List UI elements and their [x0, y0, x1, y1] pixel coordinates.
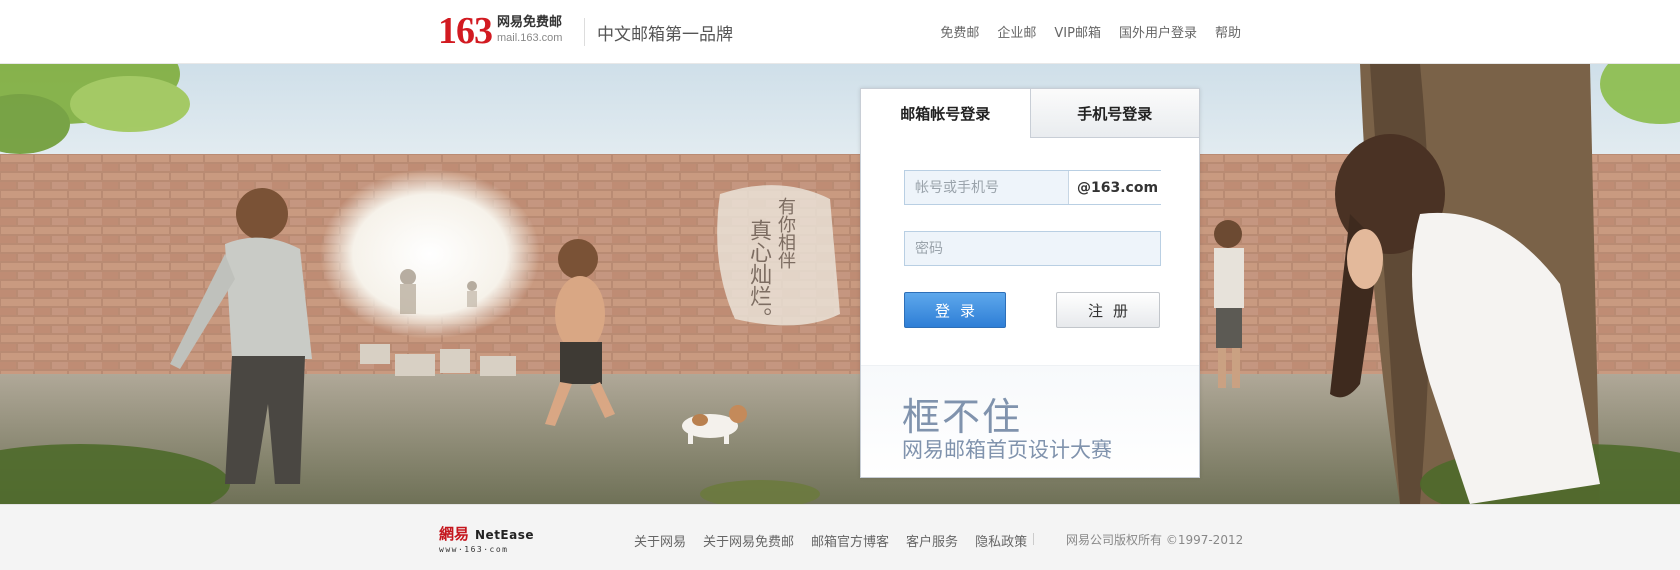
footer-logo-cn: 網易	[439, 525, 470, 543]
hero-banner: 有你相伴 真心灿烂。	[0, 64, 1680, 504]
login-panel: 邮箱帐号登录 手机号登录 @163.com 登录 注册 框不住 网易邮箱首页设计…	[860, 88, 1200, 478]
netease-logo[interactable]: 網易 NetEase www·163·com	[439, 523, 534, 554]
logo-chinese-name: 网易免费邮	[497, 15, 563, 30]
register-button[interactable]: 注册	[1056, 292, 1160, 328]
promo-subtitle: 网易邮箱首页设计大赛	[902, 438, 1112, 462]
nav-help[interactable]: 帮助	[1215, 22, 1241, 41]
login-tabs: 邮箱帐号登录 手机号登录	[861, 89, 1199, 138]
username-field: @163.com	[904, 170, 1167, 205]
footer-link-about-mail[interactable]: 关于网易免费邮	[703, 531, 794, 550]
banner-illustration	[0, 64, 1680, 504]
logo-number: 163	[438, 10, 493, 52]
footer-logo-url: www·163·com	[439, 545, 509, 554]
footer-link-customer-service[interactable]: 客户服务	[906, 531, 958, 550]
slogan: 中文邮箱第一品牌	[597, 25, 733, 45]
wall-hole	[320, 169, 540, 339]
tab-account-login[interactable]: 邮箱帐号登录	[861, 89, 1030, 138]
password-field	[904, 231, 1161, 266]
promo-banner[interactable]: 框不住 网易邮箱首页设计大赛	[861, 365, 1199, 477]
nav-overseas-login[interactable]: 国外用户登录	[1119, 22, 1197, 41]
nav-enterprise-mail[interactable]: 企业邮	[997, 22, 1036, 41]
logo-url: mail.163.com	[497, 32, 563, 44]
promo-title: 框不住	[902, 395, 1023, 439]
tab-phone-login[interactable]: 手机号登录	[1029, 89, 1199, 138]
site-logo[interactable]: 163 网易免费邮 mail.163.com	[438, 12, 562, 52]
top-nav: 免费邮 企业邮 VIP邮箱 国外用户登录 帮助	[940, 22, 1241, 41]
poem-column-2: 真心灿烂。	[746, 219, 771, 329]
footer-divider	[1033, 533, 1034, 545]
top-header: 163 网易免费邮 mail.163.com 中文邮箱第一品牌 免费邮 企业邮 …	[0, 0, 1680, 64]
nav-vip-mail[interactable]: VIP邮箱	[1054, 22, 1101, 41]
poem-column-1: 有你相伴	[775, 197, 796, 269]
footer: 網易 NetEase www·163·com 关于网易 关于网易免费邮 邮箱官方…	[0, 504, 1680, 570]
copyright: 网易公司版权所有 ©1997-2012	[1066, 533, 1244, 547]
nav-free-mail[interactable]: 免费邮	[940, 22, 979, 41]
footer-link-privacy[interactable]: 隐私政策	[975, 531, 1027, 550]
login-button[interactable]: 登录	[904, 292, 1006, 328]
domain-suffix: @163.com	[1068, 171, 1167, 204]
logo-divider	[584, 18, 585, 46]
password-input[interactable]	[905, 232, 1160, 265]
footer-logo-en: NetEase	[475, 528, 535, 542]
footer-link-official-blog[interactable]: 邮箱官方博客	[811, 531, 889, 550]
username-input[interactable]	[905, 171, 1068, 204]
footer-nav: 关于网易 关于网易免费邮 邮箱官方博客 客户服务 隐私政策	[634, 531, 1027, 550]
footer-link-about-netease[interactable]: 关于网易	[634, 531, 686, 550]
